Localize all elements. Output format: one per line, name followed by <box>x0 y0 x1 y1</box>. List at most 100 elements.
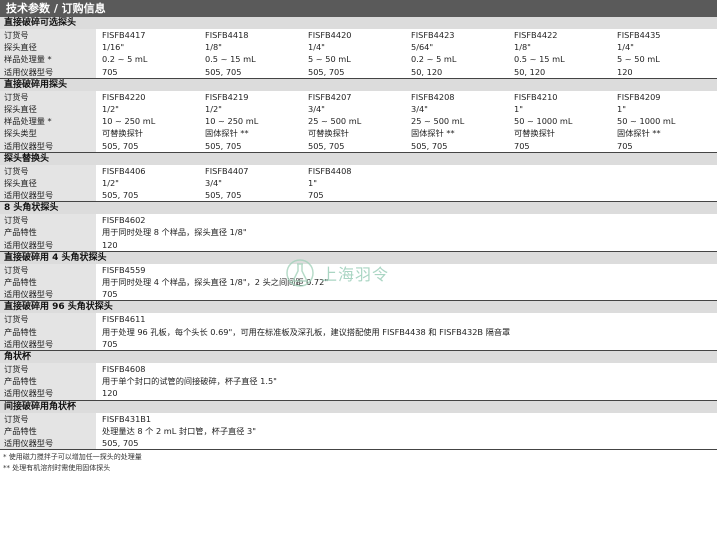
table-cell: FISFB4207 <box>308 91 352 102</box>
table-row: 产品特性 用于同时处理 8 个样品，探头直径 1/8" <box>0 226 717 239</box>
row-label: 适用仪器型号 <box>0 238 96 251</box>
table-cell: 505, 705 <box>205 66 242 77</box>
row-cells: 505, 705 505, 705 705 <box>96 189 717 201</box>
row-description: 505, 705 <box>102 437 139 448</box>
table-cell: 0.5 ~ 15 mL <box>205 54 256 65</box>
table-row: 探头直径 1/2" 3/4" 1" <box>0 176 717 190</box>
table-cell: FISFB4209 <box>617 91 661 102</box>
row-description: 120 <box>102 239 118 250</box>
row-label: 探头直径 <box>0 41 96 54</box>
section: 直接破碎用探头 订货号 FISFB4220 FISFB4219 FISFB4207 FIS… <box>0 78 717 153</box>
footnote-1: * 使用磁力搅拌子可以增加任一探头的处理量 <box>3 453 142 462</box>
row-cells: 1/16" 1/8" 1/4" 5/64" 1/8" 1/4" <box>96 41 717 53</box>
row-label: 产品特性 <box>0 375 96 388</box>
table-cell: 50, 120 <box>514 66 546 77</box>
footnote-2: ** 处理有机溶剂时需使用固体探头 <box>3 464 111 473</box>
table-row: 探头直径 1/16" 1/8" 1/4" 5/64" 1/8" 1/4" <box>0 41 717 54</box>
table-row: 适用仪器型号 120 <box>0 387 717 400</box>
table-cell: 1/8" <box>205 42 222 53</box>
row-label: 产品特性 <box>0 276 96 289</box>
section: 8 头角状探头 订货号 FISFB4602 产品特性 用于同时处理 8 个样品，探头直径… <box>0 202 717 252</box>
table-cell: 可替换探针 <box>102 128 143 139</box>
row-label: 适用仪器型号 <box>0 337 96 350</box>
row-description: FISFB4608 <box>102 363 146 374</box>
row-label: 适用仪器型号 <box>0 65 96 78</box>
section-header: 角状杯 <box>0 350 717 363</box>
table-cell: 5/64" <box>411 42 434 53</box>
section-header: 探头替换头 <box>0 152 717 165</box>
table-row: 样品处理量 * 10 ~ 250 mL 10 ~ 250 mL 25 ~ 500 mL… <box>0 115 717 128</box>
table-cell: 705 <box>514 140 530 151</box>
table-cell: FISFB4406 <box>102 165 146 176</box>
section-header: 间接破碎用角状杯 <box>0 400 717 413</box>
row-cells: 0.2 ~ 5 mL 0.5 ~ 15 mL 5 ~ 50 mL 0.2 ~ 5 mL… <box>96 53 717 65</box>
table-cell: 705 <box>102 66 118 77</box>
table-cell: 1/4" <box>308 42 325 53</box>
table-cell: FISFB4417 <box>102 30 146 40</box>
row-label: 订货号 <box>0 90 96 103</box>
table-row: 订货号 FISFB431B1 <box>0 412 717 425</box>
table-cell: 3/4" <box>205 177 222 188</box>
flask-logo-icon <box>286 259 314 287</box>
watermark-text: 上海羽令 <box>321 265 390 284</box>
row-label: 订货号 <box>0 362 96 376</box>
table-cell: 1" <box>617 103 626 114</box>
table-cell: 505, 705 <box>102 190 139 201</box>
row-cells: 10 ~ 250 mL 10 ~ 250 mL 25 ~ 500 mL 25 ~ 50… <box>96 115 717 127</box>
table-cell: FISFB4210 <box>514 91 558 102</box>
row-cells: FISFB4417 FISFB4418 FISFB4420 FISFB4423 FISF… <box>96 29 717 41</box>
row-description: 用于单个封口的试管的间接破碎，杯子直径 1.5" <box>102 376 277 387</box>
row-description: FISFB4559 <box>102 264 146 275</box>
row-description: 705 <box>102 338 118 349</box>
table-cell: 705 <box>308 190 324 201</box>
table-cell: 505, 705 <box>205 140 242 151</box>
table-cell: 705 <box>617 140 633 151</box>
row-cells: 可替换探针 固体探针 ** 可替换探针 固体探针 ** 可替换探针 固体探针 ** <box>96 127 717 139</box>
row-label: 订货号 <box>0 164 96 177</box>
table-cell: FISFB4422 <box>514 30 558 40</box>
table-row: 产品特性 处理量达 8 个 2 mL 封口管，杯子直径 3" <box>0 424 717 437</box>
row-label: 适用仪器型号 <box>0 436 96 450</box>
section: 直接破碎用 96 头角状探头 订货号 FISFB4611 产品特性 用于处理 96 孔板… <box>0 301 717 351</box>
table-row: 适用仪器型号 120 <box>0 238 717 251</box>
table-cell: 可替换探针 <box>514 128 555 139</box>
table-cell: 1" <box>514 103 523 114</box>
row-label: 适用仪器型号 <box>0 387 96 400</box>
table-cell: 25 ~ 500 mL <box>308 116 362 127</box>
table-row: 订货号 FISFB4220 FISFB4219 FISFB4207 FISFB4208 F… <box>0 90 717 103</box>
table-row: 探头类型 可替换探针 固体探针 ** 可替换探针 固体探针 ** 可替换探针 固体探针 ** <box>0 127 717 140</box>
table-cell: 1/8" <box>514 42 531 53</box>
table-cell: 50, 120 <box>411 66 443 77</box>
row-cells: 1/2" 3/4" 1" <box>96 177 717 189</box>
section: 角状杯 订货号 FISFB4608 产品特性 用于单个封口的试管的间接破碎，杯子直径 1… <box>0 350 717 401</box>
table-cell: 3/4" <box>308 103 325 114</box>
table-cell: 固体探针 ** <box>205 128 249 139</box>
section-header: 直接破碎用 96 头角状探头 <box>0 301 717 314</box>
row-label: 样品处理量 * <box>0 115 96 128</box>
table-cell: 10 ~ 250 mL <box>205 116 259 127</box>
row-label: 适用仪器型号 <box>0 139 96 152</box>
table-cell: 可替换探针 <box>308 128 349 139</box>
table-row: 样品处理量 * 0.2 ~ 5 mL 0.5 ~ 15 mL 5 ~ 50 mL 0.2… <box>0 53 717 66</box>
table-cell: 1/2" <box>205 103 222 114</box>
table-cell: 505, 705 <box>205 190 242 201</box>
table-cell: FISFB4423 <box>411 30 455 40</box>
table-cell: FISFB4435 <box>617 30 661 40</box>
page-title: 技术参数 / 订购信息 <box>0 0 717 17</box>
table-row: 适用仪器型号 705 <box>0 288 717 301</box>
section-header: 直接破碎可选探头 <box>0 17 717 29</box>
table-cell: FISFB4420 <box>308 30 352 40</box>
table-row: 订货号 FISFB4608 <box>0 362 717 376</box>
table-cell: 固体探针 ** <box>411 128 455 139</box>
row-description: FISFB431B1 <box>102 413 152 424</box>
table-cell: 0.5 ~ 15 mL <box>514 54 565 65</box>
row-label: 订货号 <box>0 412 96 425</box>
row-cells: FISFB4406 FISFB4407 FISFB4408 <box>96 165 717 177</box>
table-cell: FISFB4208 <box>411 91 455 102</box>
section: 直接破碎可选探头 订货号 FISFB4417 FISFB4418 FISFB4420 FI… <box>0 17 717 79</box>
table-cell: FISFB4220 <box>102 91 146 102</box>
footnotes: * 使用磁力搅拌子可以增加任一探头的处理量 ** 处理有机溶剂时需使用固体探头 <box>0 450 717 474</box>
table-cell: FISFB4219 <box>205 91 249 102</box>
table-cell: 1/2" <box>102 103 119 114</box>
row-label: 产品特性 <box>0 325 96 338</box>
